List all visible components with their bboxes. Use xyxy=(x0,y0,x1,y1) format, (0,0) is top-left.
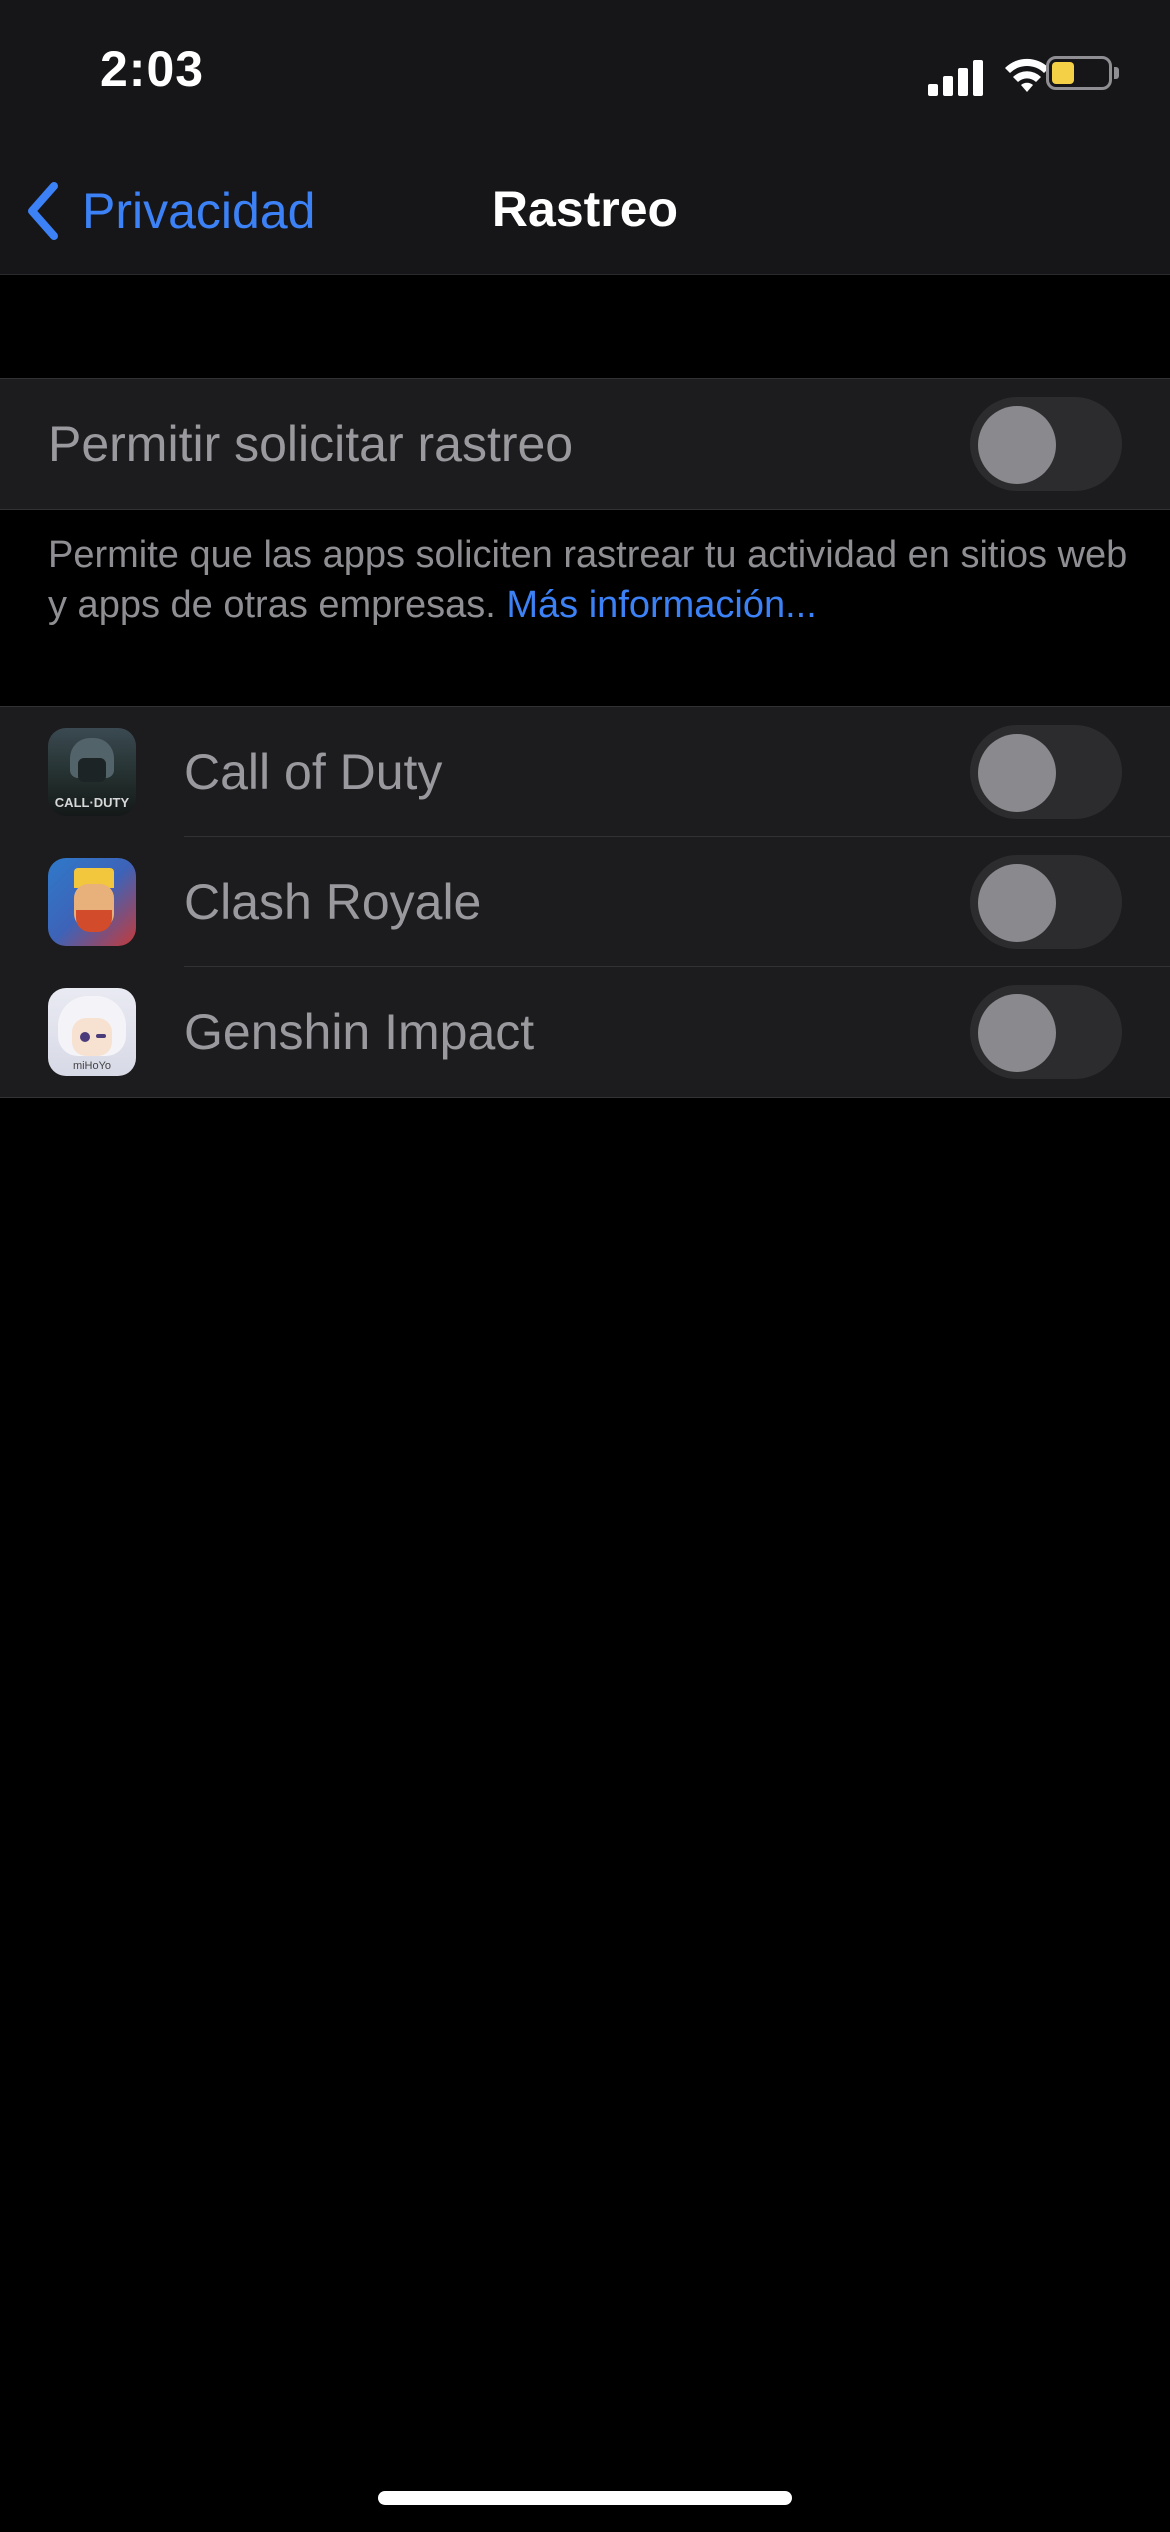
app-name: Genshin Impact xyxy=(184,1004,535,1060)
tracking-description: Permite que las apps soliciten rastrear … xyxy=(48,530,1128,630)
home-indicator[interactable] xyxy=(378,2491,792,2505)
app-name: Call of Duty xyxy=(184,744,443,800)
toggle-knob xyxy=(978,406,1056,484)
toggle-knob xyxy=(978,864,1056,942)
allow-tracking-label: Permitir solicitar rastreo xyxy=(48,416,574,472)
cellular-signal-icon xyxy=(928,58,984,96)
navigation-bar: Privacidad Rastreo xyxy=(0,150,1170,275)
allow-tracking-group: Permitir solicitar rastreo xyxy=(0,378,1170,510)
app-name: Clash Royale xyxy=(184,874,482,930)
more-info-link[interactable]: Más información... xyxy=(506,584,816,626)
status-time: 2:03 xyxy=(100,41,205,97)
genshin-impact-toggle[interactable] xyxy=(970,985,1122,1079)
status-bar: 2:03 xyxy=(0,0,1170,150)
toggle-knob xyxy=(978,734,1056,812)
genshin-impact-icon-text: miHoYo xyxy=(72,1060,112,1072)
call-of-duty-icon-text: CALL·DUTY xyxy=(54,795,130,810)
call-of-duty-toggle[interactable] xyxy=(970,725,1122,819)
clash-royale-toggle[interactable] xyxy=(970,855,1122,949)
allow-tracking-toggle[interactable] xyxy=(970,397,1122,491)
list-item: CALL·DUTY Call of Duty xyxy=(0,707,1170,837)
allow-tracking-row: Permitir solicitar rastreo xyxy=(0,379,1170,509)
call-of-duty-app-icon: CALL·DUTY xyxy=(48,728,136,816)
apps-group: CALL·DUTY Call of Duty Clash Royale miHo… xyxy=(0,706,1170,1098)
clash-royale-app-icon xyxy=(48,858,136,946)
genshin-impact-app-icon: miHoYo xyxy=(48,988,136,1076)
battery-icon xyxy=(1046,56,1122,92)
list-item: Clash Royale xyxy=(0,837,1170,967)
battery-level xyxy=(1052,62,1074,84)
page-title: Rastreo xyxy=(491,181,679,237)
toggle-knob xyxy=(978,994,1056,1072)
list-item: miHoYo Genshin Impact xyxy=(0,967,1170,1097)
